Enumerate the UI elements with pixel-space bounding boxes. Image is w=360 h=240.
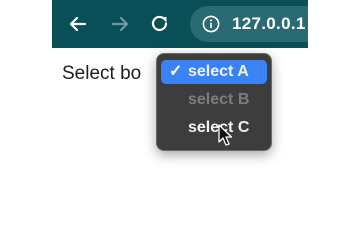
option-select-c[interactable]: select C [161,116,267,140]
forward-arrow-icon [111,16,129,32]
left-margin [0,0,52,240]
reload-icon [151,15,168,32]
mouse-pointer-icon [218,124,233,146]
option-label: select B [188,91,250,108]
back-button[interactable] [66,12,90,36]
select-dropdown-menu: ✓ select A select B select C [156,53,272,151]
back-arrow-icon [69,16,87,32]
address-url: 127.0.0.1 [232,14,306,33]
forward-button[interactable] [108,12,132,36]
browser-toolbar: 127.0.0.1 [52,0,308,48]
option-select-b: select B [161,88,267,112]
right-margin [308,0,360,240]
select-label: Select bo [62,63,142,84]
info-icon[interactable] [202,15,220,33]
option-label: select A [188,63,249,80]
option-select-a[interactable]: ✓ select A [161,60,267,84]
reload-button[interactable] [148,12,172,36]
browser-window: 127.0.0.1 Select bo ✓ select A select B … [52,0,308,240]
page-content: Select bo ✓ select A select B select C [52,48,308,240]
address-bar[interactable]: 127.0.0.1 [190,6,308,42]
checkmark-icon: ✓ [169,63,183,80]
